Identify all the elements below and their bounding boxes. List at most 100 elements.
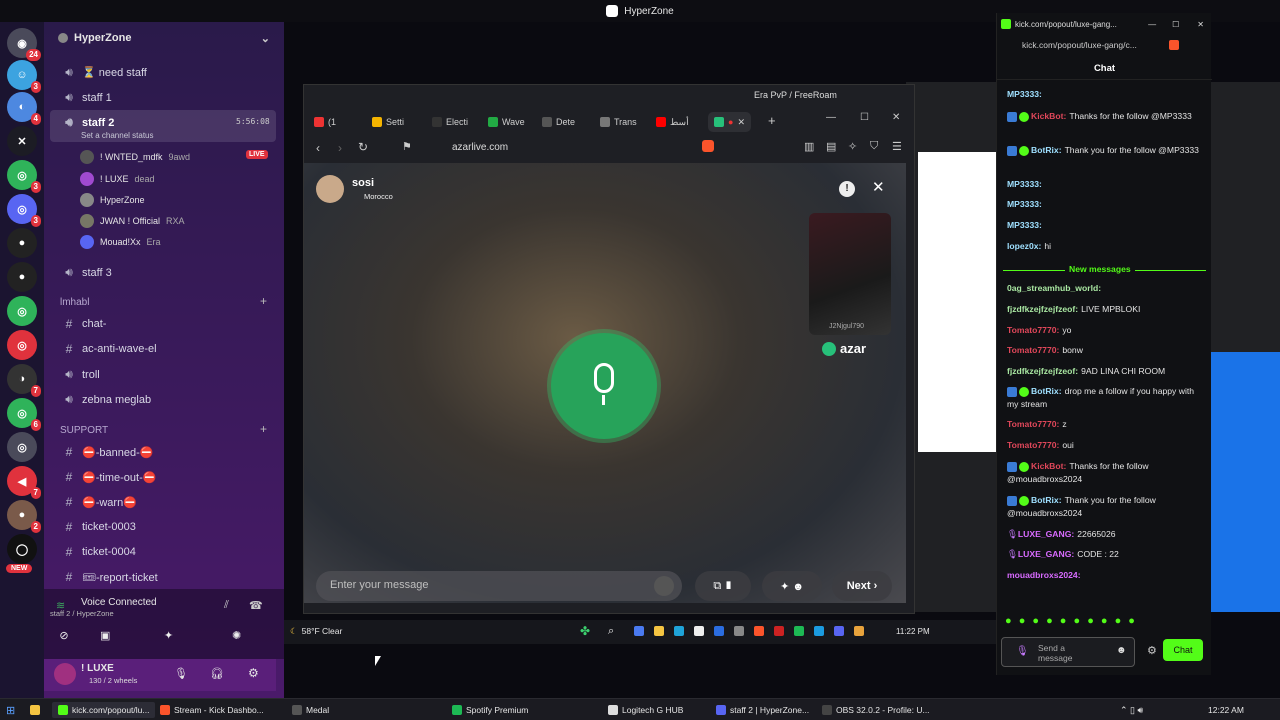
mic-button[interactable] [551, 333, 657, 439]
chat-username[interactable]: LUXE_GANG: [1018, 529, 1074, 539]
taskbar-item[interactable]: kick.com/popout/lu... [52, 702, 156, 718]
reload-icon[interactable]: ↻ [358, 140, 368, 154]
chat-username[interactable]: Tomato7770: [1007, 345, 1059, 355]
close-icon[interactable]: ✕ [892, 112, 900, 123]
browser-tab[interactable]: Electi [432, 112, 468, 132]
voice-user[interactable]: ! LUXE dead [80, 172, 155, 186]
send-chat-button[interactable]: Chat [1163, 639, 1203, 661]
browser-tab[interactable]: أسط [656, 112, 689, 132]
voice-channel[interactable]: 🔊︎ troll [62, 367, 100, 382]
leo-icon[interactable]: ✧ [848, 140, 857, 153]
mic-icon[interactable]: 🎙︎ [174, 667, 188, 680]
server-icon[interactable]: ◎ [7, 296, 37, 326]
taskbar-item[interactable]: staff 2 | HyperZone... [716, 702, 809, 718]
server-icon[interactable]: ● [7, 262, 37, 292]
server-icon[interactable]: ◐ 4 [7, 92, 41, 125]
chat-username[interactable]: KickBot: [1031, 461, 1066, 471]
back-icon[interactable]: ‹ [316, 141, 320, 155]
text-channel[interactable]: # ticket-0003 [62, 520, 136, 534]
server-icon[interactable]: ◎ 3 [7, 160, 41, 193]
emoji-toggle[interactable] [654, 576, 674, 596]
chat-username[interactable]: fjzdfkzejfzejfzeof: [1007, 366, 1078, 376]
chat-username[interactable]: Tomato7770: [1007, 419, 1059, 429]
category-lmhabl[interactable]: lmhabl [60, 297, 89, 308]
voice-channel-staff1[interactable]: 🔊︎ staff 1 [62, 90, 112, 105]
text-channel[interactable]: # chat- [62, 317, 107, 331]
address-bar[interactable]: azarlive.com [424, 137, 744, 159]
discord-home-icon[interactable]: ◉ 24 [7, 28, 41, 61]
server-icon[interactable]: ◑ 7 [7, 364, 41, 397]
search-icon[interactable]: ⌕ [608, 623, 614, 639]
server-icon[interactable]: ● [7, 228, 37, 258]
channel-status[interactable]: Set a channel status [81, 131, 154, 140]
taskbar-item[interactable]: OBS 32.0.2 - Profile: U... [822, 702, 930, 718]
screenshare-icon[interactable]: ▣ [100, 629, 110, 642]
message-input[interactable]: Enter your message [316, 571, 682, 601]
explorer-icon[interactable] [30, 702, 40, 718]
browser-tab[interactable]: (1 [314, 112, 336, 132]
headset-icon[interactable]: 🎧︎ [210, 667, 224, 680]
browser-tab[interactable]: Trans [600, 112, 637, 132]
text-channel[interactable]: # ac-anti-wave-el [62, 342, 157, 356]
camera-off-icon[interactable]: ⊘ [34, 629, 74, 642]
server-icon[interactable]: ✕ [7, 126, 37, 156]
minimize-icon[interactable]: — [1142, 20, 1162, 29]
server-icon[interactable]: ◯ [7, 534, 37, 564]
popout-address[interactable]: kick.com/popout/luxe-gang/c... [1022, 40, 1137, 50]
voice-channel-staff3[interactable]: 🔊︎ staff 3 [62, 265, 112, 280]
voice-user[interactable]: ! WNTED_mdfk 9awd [80, 150, 190, 164]
vpn-icon[interactable]: ⛉ [870, 140, 878, 153]
activities-icon[interactable]: ✦ [164, 629, 173, 642]
taskbar-item[interactable]: Spotify Premium [452, 702, 528, 718]
chat-username[interactable]: MP3333: [1007, 199, 1042, 209]
server-icon[interactable]: ● 2 [7, 500, 41, 533]
sidebar-icon[interactable]: ▥ [804, 140, 814, 153]
soundboard-icon[interactable]: ✺ [232, 629, 241, 642]
chat-username[interactable]: MP3333: [1007, 179, 1042, 189]
gear-icon[interactable]: ⚙ [248, 666, 259, 680]
text-channel[interactable]: # ⛔-time-out-⛔ [62, 470, 157, 484]
server-icon[interactable]: ◀ 7 [7, 466, 41, 499]
menu-icon[interactable]: ☰ [892, 140, 902, 153]
voice-channel-need-staff[interactable]: 🔊︎ ⏳ need staff [62, 65, 147, 80]
server-header[interactable]: HyperZone ⌄ [44, 22, 284, 54]
start-button[interactable]: ⊞ [6, 702, 15, 718]
text-channel[interactable]: # 🎟-report-ticket [62, 570, 158, 584]
chat-username[interactable]: KickBot: [1031, 111, 1066, 121]
category-support[interactable]: SUPPORT [60, 425, 108, 436]
maximize-icon[interactable]: ☐ [1166, 20, 1185, 29]
minimize-icon[interactable]: — [826, 112, 836, 123]
brave-shield-icon[interactable] [702, 140, 714, 152]
bookmark-icon[interactable]: ⚑ [402, 140, 412, 153]
plus-icon[interactable]: + [260, 294, 267, 308]
report-icon[interactable]: ! [839, 181, 855, 197]
taskbar-item[interactable]: Medal [292, 702, 329, 718]
browser-tab[interactable]: Setti [372, 112, 404, 132]
new-tab-button[interactable]: + [768, 113, 776, 128]
server-icon[interactable]: ◎ 6 [7, 398, 41, 431]
brave-shield-icon[interactable] [1169, 40, 1179, 50]
server-icon[interactable]: ◎ [7, 432, 37, 462]
voice-location[interactable]: staff 2 / HyperZone [50, 609, 114, 618]
effects-button[interactable]: ✦ ☻ [762, 571, 822, 601]
chat-username[interactable]: fjzdfkzejfzejfzeof: [1007, 304, 1078, 314]
gear-icon[interactable]: ⚙ [1147, 644, 1157, 657]
chat-username[interactable]: 0ag_streamhub_world: [1007, 283, 1101, 293]
server-icon[interactable]: ☺ 3 [7, 60, 41, 93]
text-channel[interactable]: # ⛔-banned-⛔ [62, 445, 154, 459]
voice-user[interactable]: JWAN ! Official RXA [80, 214, 185, 228]
active-tab[interactable]: ● ✕ [708, 112, 751, 132]
chat-username[interactable]: Tomato7770: [1007, 325, 1059, 335]
browser-tab[interactable]: Wave [488, 112, 525, 132]
chat-username[interactable]: BotRix: [1031, 386, 1062, 396]
forward-icon[interactable]: › [338, 141, 342, 155]
chat-username[interactable]: BotRix: [1031, 145, 1062, 155]
voice-channel[interactable]: 🔊︎ zebna meglab [62, 392, 151, 407]
gallery-button[interactable]: ⧉ ▮ [695, 571, 751, 601]
plus-icon[interactable]: + [260, 422, 267, 436]
chat-username[interactable]: lopez0x: [1007, 241, 1041, 251]
emoji-icon[interactable]: ☻ [1116, 645, 1127, 656]
start-icon[interactable]: ✤ [580, 623, 590, 639]
voice-user[interactable]: Mouad!Xx Era [80, 235, 161, 249]
chat-username[interactable]: BotRix: [1031, 495, 1062, 505]
